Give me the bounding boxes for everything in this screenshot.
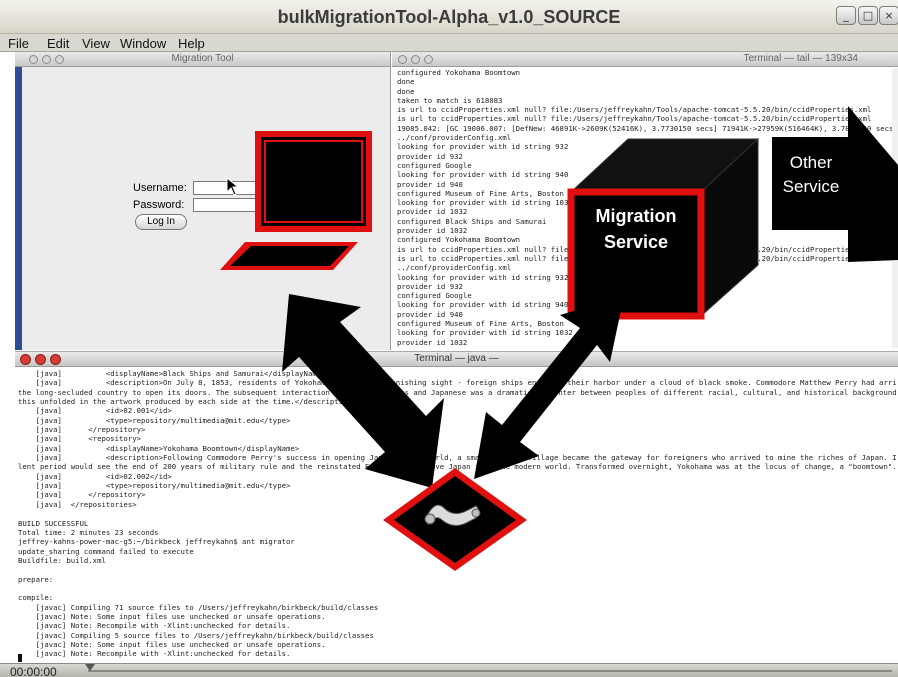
computer-icon — [220, 131, 372, 270]
tools-icon — [383, 468, 527, 571]
architecture-overlay: Migration Service Other Service — [0, 0, 898, 677]
migration-service-label-line1: Migration — [595, 206, 677, 226]
migration-service-label-line2: Service — [603, 232, 669, 252]
migration-service-label: Migration Service — [571, 203, 701, 255]
right-double-arrow — [474, 296, 624, 479]
other-service-label-line2: Service — [782, 177, 840, 196]
other-service-label-line1: Other — [789, 153, 833, 172]
left-double-arrow — [282, 294, 444, 488]
overlay-graphics — [220, 106, 898, 571]
other-service-label: Other Service — [776, 151, 846, 199]
